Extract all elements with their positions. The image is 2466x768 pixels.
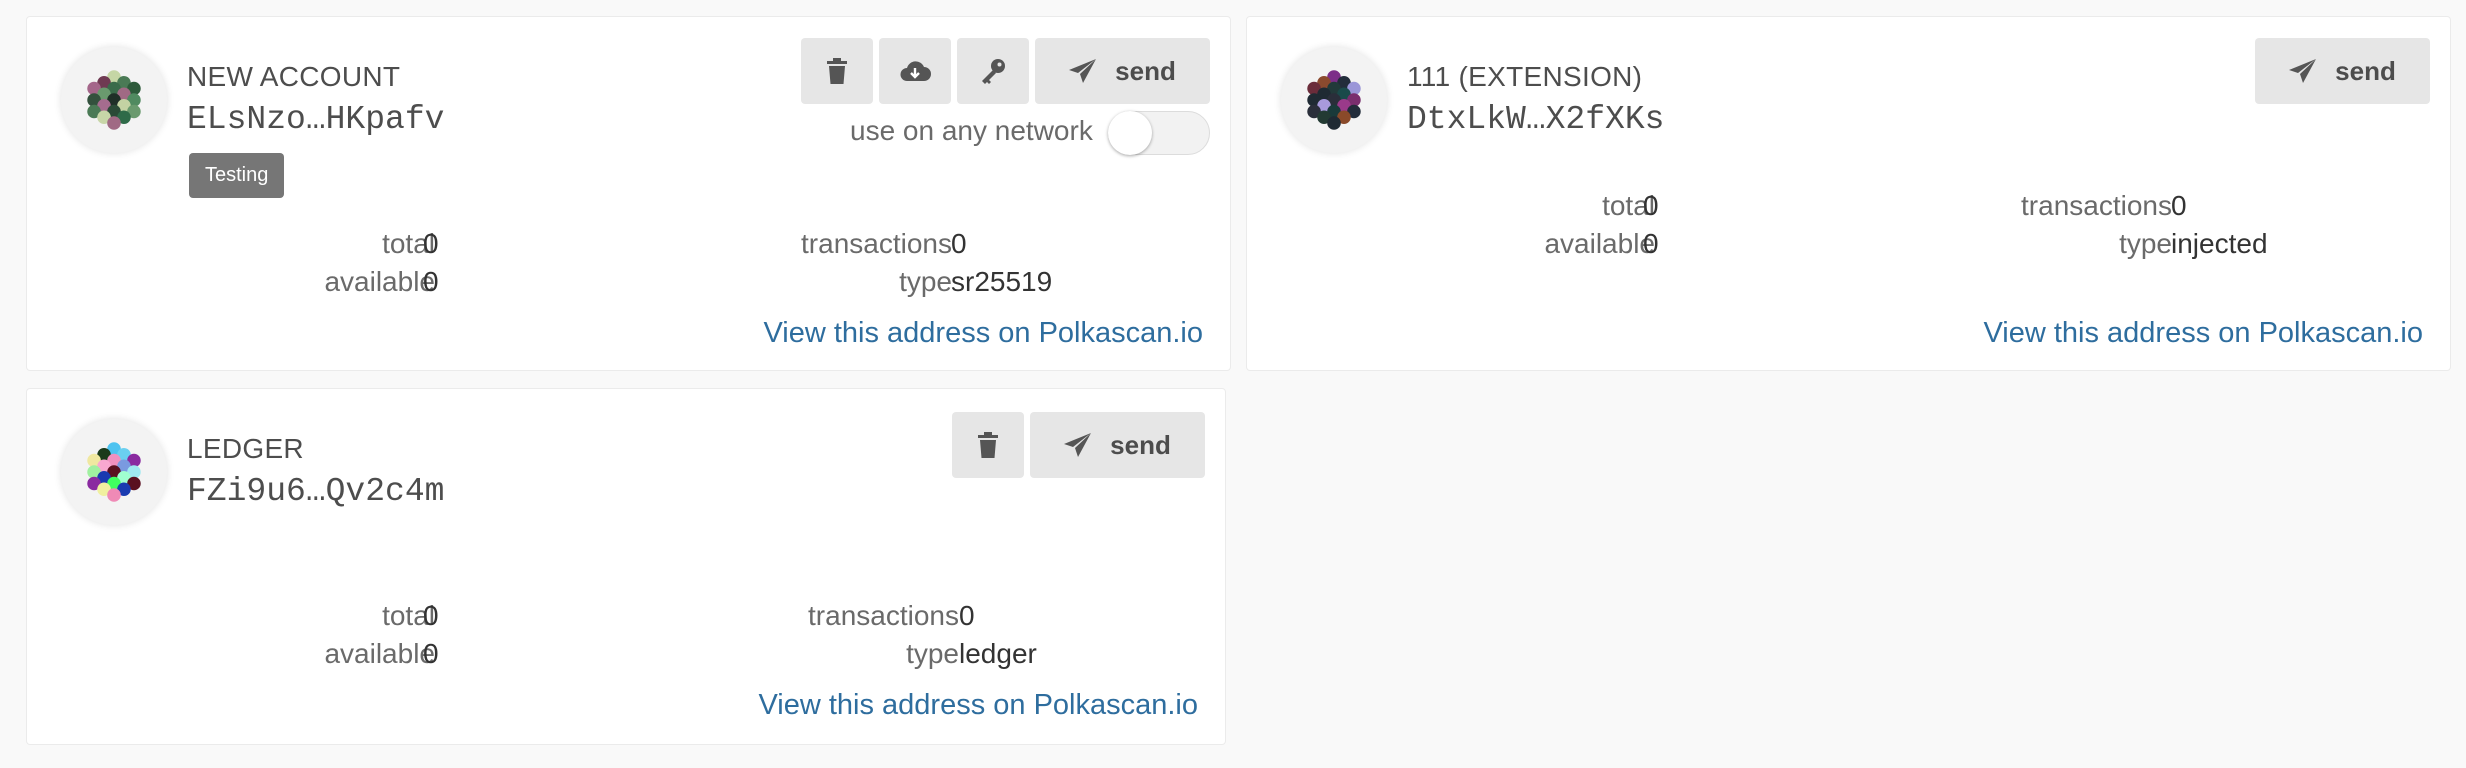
available-value: 0 <box>1643 228 1659 259</box>
identicon-dot <box>1327 116 1341 130</box>
available-label: available <box>324 638 435 669</box>
type-value: injected <box>2171 228 2268 259</box>
identicon-svg <box>87 442 141 502</box>
account-card-new-account: NEW ACCOUNT ELsNzo…HKpafv Testing send u… <box>26 16 1231 371</box>
account-identicon[interactable] <box>61 47 167 153</box>
transactions-label: transactions <box>801 228 952 259</box>
account-address[interactable]: ELsNzo…HKpafv <box>187 101 444 138</box>
type-value: ledger <box>959 638 1037 669</box>
trash-icon <box>978 432 998 458</box>
type-value: sr25519 <box>951 266 1053 297</box>
transactions-label: transactions <box>808 600 959 631</box>
account-address[interactable]: FZi9u6…Qv2c4m <box>187 473 444 510</box>
type-label: type <box>899 266 952 297</box>
send-label: send <box>1115 55 1176 86</box>
account-name: 111 (EXTENSION) <box>1407 61 1643 92</box>
forget-account-button[interactable] <box>801 38 873 104</box>
polkascan-link[interactable]: View this address on Polkascan.io <box>758 689 1198 722</box>
account-address[interactable]: DtxLkW…X2fXKs <box>1407 101 1664 138</box>
any-network-label: use on any network <box>850 115 1093 146</box>
transactions-value: 0 <box>951 228 967 259</box>
total-value: 0 <box>423 228 439 259</box>
send-button[interactable]: send <box>2255 38 2430 104</box>
account-identicon[interactable] <box>61 419 167 525</box>
send-label: send <box>1110 429 1171 460</box>
transactions-label: transactions <box>2021 190 2172 221</box>
transactions-value: 0 <box>2171 190 2187 221</box>
account-name: LEDGER <box>187 433 304 464</box>
key-icon <box>982 59 1005 84</box>
any-network-toggle[interactable] <box>1108 111 1210 155</box>
polkascan-link[interactable]: View this address on Polkascan.io <box>1983 317 2423 350</box>
change-password-button[interactable] <box>957 38 1029 104</box>
toggle-knob <box>1108 111 1152 155</box>
total-value: 0 <box>1643 190 1659 221</box>
account-card-ledger: LEDGER FZi9u6…Qv2c4m send total 0 availa… <box>26 388 1226 745</box>
type-label: type <box>906 638 959 669</box>
send-icon <box>1064 433 1092 457</box>
send-icon <box>1069 59 1097 83</box>
send-icon <box>2289 59 2317 83</box>
available-value: 0 <box>423 638 439 669</box>
account-tag[interactable]: Testing <box>189 153 285 198</box>
backup-account-button[interactable] <box>879 38 951 104</box>
send-button[interactable]: send <box>1030 412 1205 478</box>
type-label: type <box>2119 228 2172 259</box>
account-name: NEW ACCOUNT <box>187 61 401 92</box>
available-label: available <box>1544 228 1655 259</box>
cloud-download-icon <box>900 61 931 81</box>
identicon-dot <box>107 488 121 502</box>
available-value: 0 <box>423 266 439 297</box>
trash-icon <box>827 58 847 84</box>
send-label: send <box>2335 55 2396 86</box>
send-button[interactable]: send <box>1035 38 1210 104</box>
total-value: 0 <box>423 600 439 631</box>
polkascan-link[interactable]: View this address on Polkascan.io <box>763 317 1203 350</box>
identicon-svg <box>1307 70 1361 130</box>
identicon-svg <box>87 70 141 130</box>
forget-account-button[interactable] <box>952 412 1024 478</box>
identicon-dot <box>107 116 121 130</box>
account-identicon[interactable] <box>1281 47 1387 153</box>
transactions-value: 0 <box>959 600 975 631</box>
account-card-extension: 111 (EXTENSION) DtxLkW…X2fXKs send total… <box>1246 16 2451 371</box>
available-label: available <box>324 266 435 297</box>
